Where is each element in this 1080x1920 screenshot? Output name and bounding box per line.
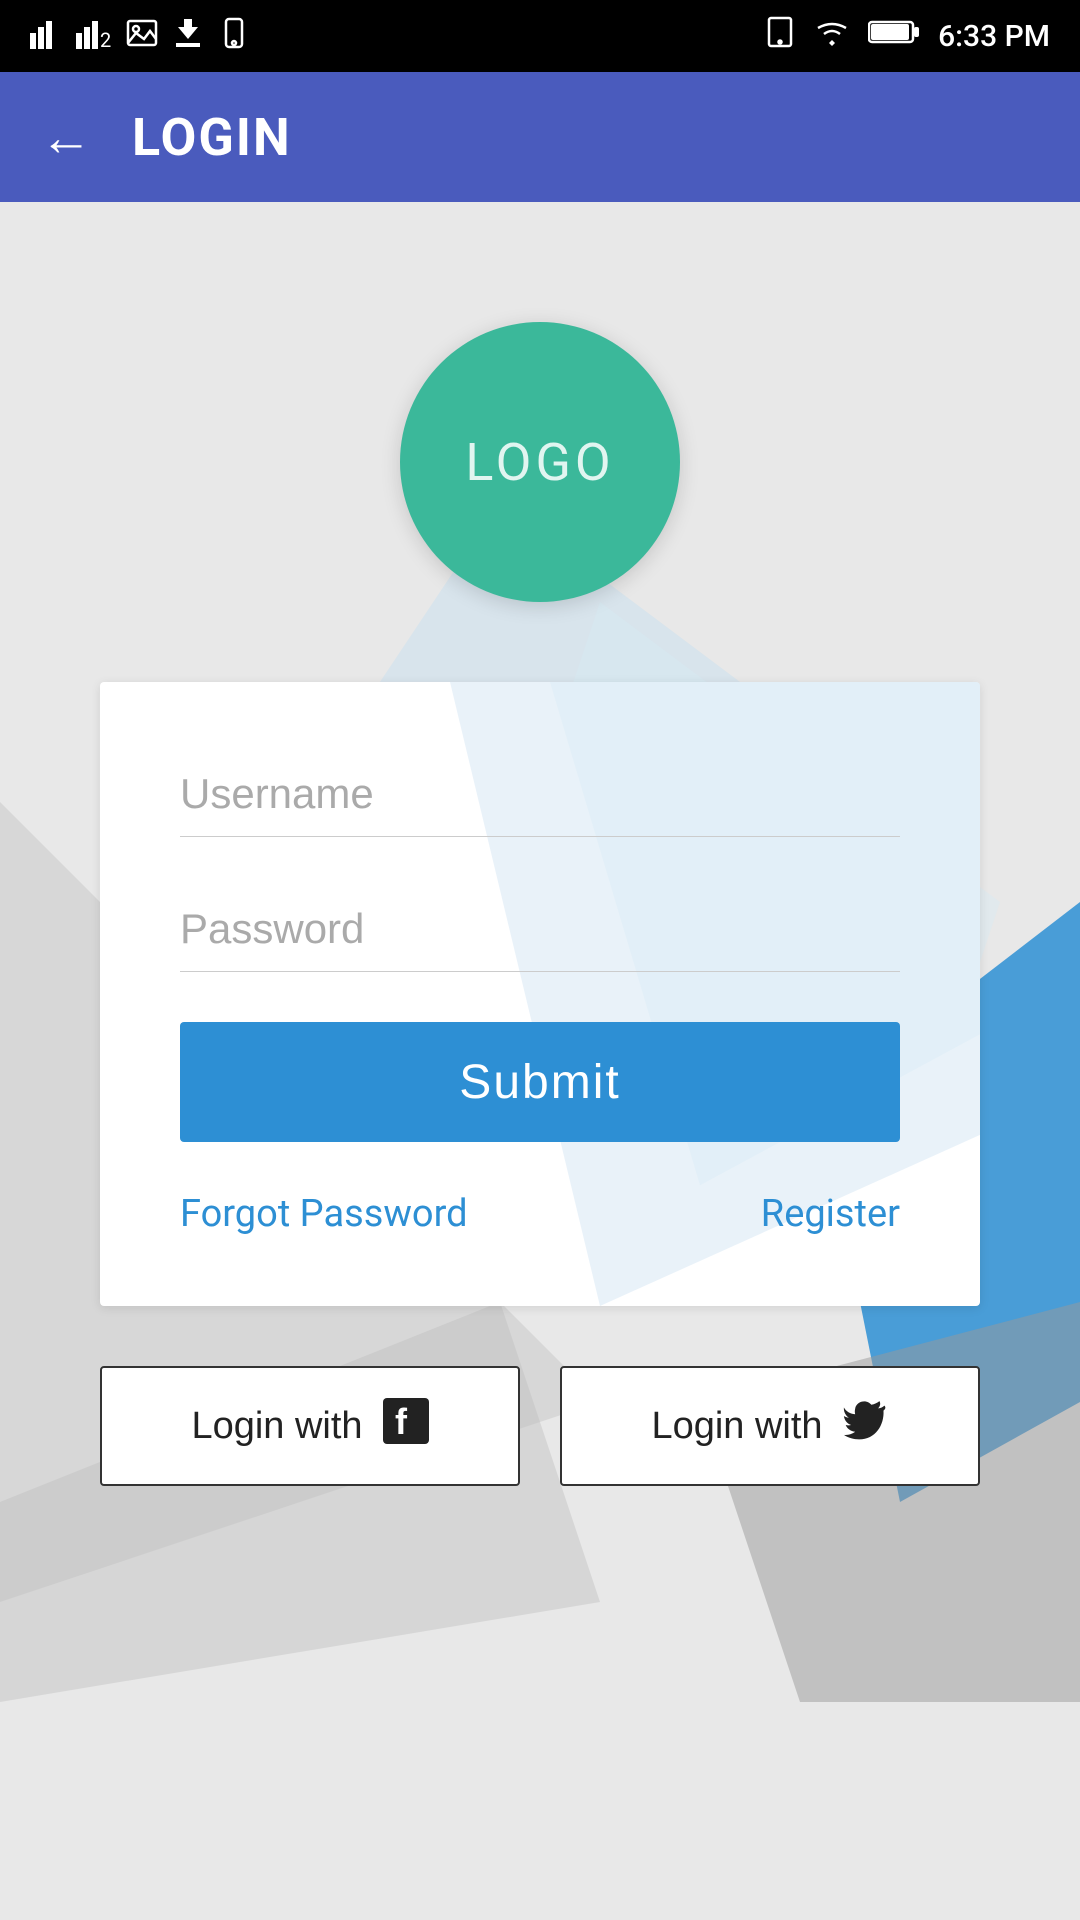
facebook-login-button[interactable]: Login with f — [100, 1366, 520, 1486]
facebook-icon: f — [383, 1398, 429, 1454]
social-buttons: Login with f Login with — [100, 1366, 980, 1486]
signal-icon — [30, 17, 62, 56]
login-card: Submit Forgot Password Register — [100, 682, 980, 1306]
username-group — [180, 752, 900, 837]
time-display: 6:33 PM — [938, 19, 1050, 54]
top-bar: ← LOGIN — [0, 72, 1080, 202]
gallery-icon — [126, 17, 158, 56]
twitter-icon — [843, 1398, 889, 1454]
status-left-icons: 2 — [30, 17, 250, 56]
card-content: Submit Forgot Password Register — [180, 752, 900, 1236]
phone-icon — [218, 17, 250, 56]
status-bar: 2 — [0, 0, 1080, 72]
username-input[interactable] — [180, 752, 900, 837]
svg-text:2: 2 — [100, 28, 111, 49]
register-link[interactable]: Register — [761, 1192, 900, 1236]
password-input[interactable] — [180, 887, 900, 972]
logo-circle: LOGO — [400, 322, 680, 602]
logo-container: LOGO — [400, 322, 680, 602]
svg-text:f: f — [395, 1401, 408, 1442]
facebook-login-label: Login with — [191, 1405, 362, 1448]
logo-text: LOGO — [465, 432, 614, 493]
twitter-login-label: Login with — [651, 1405, 822, 1448]
forgot-password-link[interactable]: Forgot Password — [180, 1192, 468, 1236]
download-icon — [172, 17, 204, 56]
back-button[interactable]: ← — [40, 107, 92, 168]
main-content: LOGO Submit Forgot Password Register — [0, 202, 1080, 1920]
twitter-login-button[interactable]: Login with — [560, 1366, 980, 1486]
submit-button[interactable]: Submit — [180, 1022, 900, 1142]
signal2-icon: 2 — [76, 17, 112, 56]
password-group — [180, 887, 900, 972]
tablet-icon — [764, 16, 796, 56]
wifi-icon — [814, 18, 850, 54]
links-row: Forgot Password Register — [180, 1192, 900, 1236]
battery-icon — [868, 18, 920, 54]
status-right-icons: 6:33 PM — [764, 16, 1050, 56]
page-title: LOGIN — [132, 107, 292, 168]
